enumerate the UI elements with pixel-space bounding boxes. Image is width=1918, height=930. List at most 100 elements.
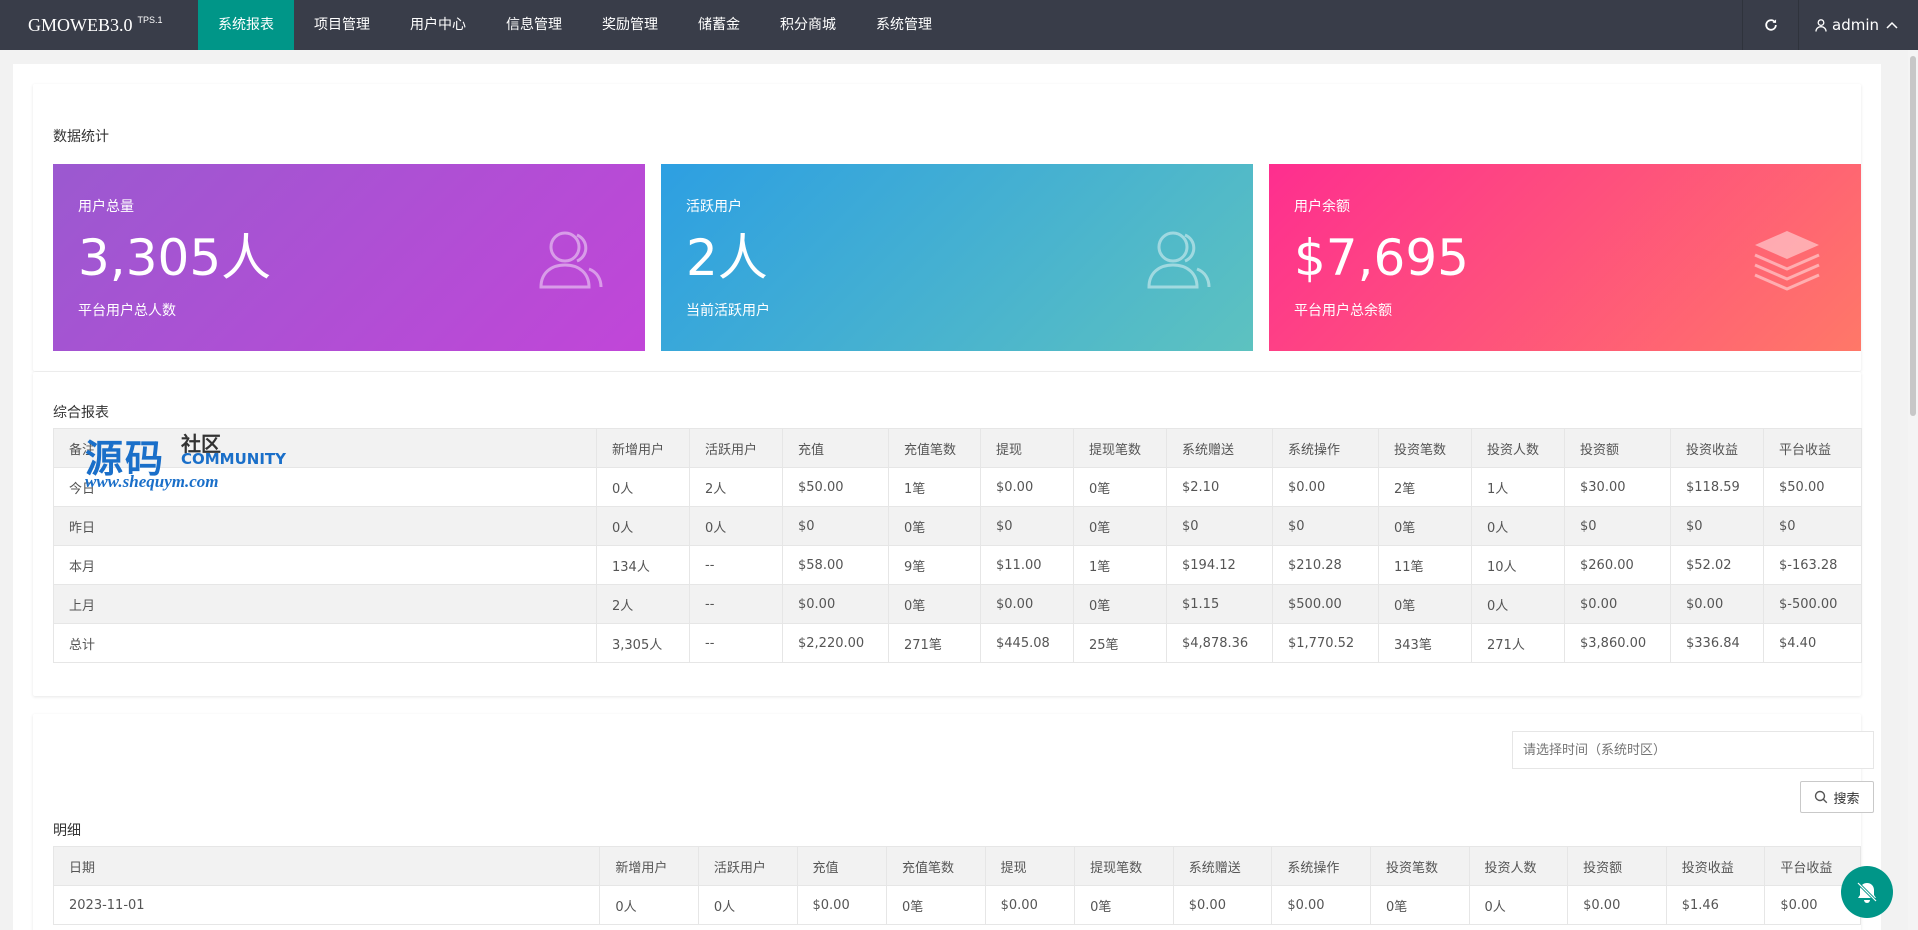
table-cell: $58.00	[782, 545, 889, 585]
user-menu-button[interactable]: admin	[1798, 0, 1918, 50]
table-cell: $0.00	[980, 584, 1074, 624]
stats-title: 数据统计	[53, 129, 109, 145]
nav-item-7[interactable]: 系统管理	[856, 0, 952, 50]
table-cell: $11.00	[980, 545, 1074, 585]
table-cell: $0.00	[1567, 885, 1667, 925]
table-cell: $210.28	[1272, 545, 1379, 585]
table-cell: $194.12	[1166, 545, 1273, 585]
table-cell: 0笔	[1378, 506, 1472, 546]
floating-action-button[interactable]	[1841, 866, 1893, 918]
top-navbar: GMOWEB3.0 TPS.1 系统报表 项目管理 用户中心 信息管理 奖励管理 储蓄金 积分…	[0, 0, 1918, 50]
table-cell: 0人	[1468, 885, 1569, 925]
table-cell: 本月	[53, 545, 597, 585]
date-range-input[interactable]	[1512, 731, 1874, 769]
table-cell: 0人	[1471, 506, 1565, 546]
search-button-label: 搜索	[1833, 791, 1860, 807]
table-header-cell: 投资笔数	[1369, 846, 1470, 886]
table-cell: 10人	[1471, 545, 1565, 585]
table-header-cell: 投资额	[1564, 428, 1671, 468]
table-cell: $445.08	[980, 623, 1074, 663]
table-cell: $2,220.00	[782, 623, 889, 663]
table-cell: 0笔	[1074, 885, 1174, 925]
nav-item-2[interactable]: 用户中心	[390, 0, 486, 50]
brand-name: GMOWEB3.0	[28, 14, 133, 35]
table-header-cell: 新增用户	[599, 846, 699, 886]
table-cell: $0.00	[1271, 885, 1371, 925]
table-header-cell: 提现	[980, 428, 1074, 468]
refresh-button[interactable]	[1742, 0, 1798, 50]
users-icon	[1147, 231, 1211, 289]
table-cell: $118.59	[1670, 467, 1764, 507]
table-cell: 0笔	[886, 885, 986, 925]
table-cell: $4.40	[1763, 623, 1862, 663]
nav-item-1[interactable]: 项目管理	[294, 0, 390, 50]
table-cell: $-163.28	[1763, 545, 1862, 585]
watermark-logo: 源码 社区 COMMUNITY www.shequym.com	[85, 428, 286, 492]
nav-item-4[interactable]: 奖励管理	[582, 0, 678, 50]
table-cell: 134人	[596, 545, 690, 585]
table-cell: 总计	[53, 623, 597, 663]
table-cell: 343笔	[1378, 623, 1472, 663]
table-cell: $336.84	[1670, 623, 1764, 663]
search-button[interactable]: 搜索	[1800, 781, 1874, 813]
table-header-cell: 投资额	[1567, 846, 1667, 886]
table-cell: 0人	[689, 506, 783, 546]
detail-title: 明细	[53, 823, 81, 839]
brand-logo[interactable]: GMOWEB3.0 TPS.1	[0, 0, 198, 50]
bell-off-icon	[1856, 881, 1878, 903]
table-header-cell: 新增用户	[596, 428, 690, 468]
table-cell: $1.46	[1665, 885, 1766, 925]
summary-table: 备注 新增用户 活跃用户 充值 充值笔数 提现 提现笔数 系统赠送 系统操作 投资笔数 投资人数 投资…	[53, 428, 1862, 663]
table-cell: 1笔	[888, 467, 981, 507]
table-cell: $0	[782, 506, 889, 546]
main-content: 数据统计 用户总量 3,305人 平台用户总人数 活跃用户 2人 当前活跃用户 …	[13, 64, 1881, 930]
table-cell: 1人	[1471, 467, 1565, 507]
header-actions: admin	[1742, 0, 1918, 50]
table-cell: $0	[980, 506, 1074, 546]
search-icon	[1815, 790, 1828, 804]
page-scrollbar[interactable]	[1908, 50, 1918, 930]
table-cell: $0	[1166, 506, 1273, 546]
table-cell: $2.10	[1166, 467, 1273, 507]
table-cell: 2人	[689, 467, 783, 507]
table-cell: 0笔	[1073, 506, 1167, 546]
nav-item-6[interactable]: 积分商城	[760, 0, 856, 50]
nav-item-0[interactable]: 系统报表	[198, 0, 294, 50]
table-cell: 0笔	[1073, 584, 1167, 624]
table-cell: 2笔	[1378, 467, 1472, 507]
table-header-cell: 活跃用户	[689, 428, 783, 468]
scrollbar-thumb[interactable]	[1910, 56, 1916, 416]
table-header-cell: 充值	[782, 428, 889, 468]
table-header-cell: 活跃用户	[697, 846, 798, 886]
table-cell: $52.02	[1670, 545, 1764, 585]
stat-label: 用户总量	[78, 199, 134, 215]
table-header-cell: 投资收益	[1665, 846, 1766, 886]
table-header-cell: 提现	[984, 846, 1076, 886]
table-row: 昨日 0人 0人 $0 0笔 $0 0笔 $0 $0 0笔 0人 $0 $0 $0	[53, 506, 1862, 546]
table-cell: 0笔	[1378, 584, 1472, 624]
nav-item-5[interactable]: 储蓄金	[678, 0, 760, 50]
table-row: 今日 0人 2人 $50.00 1笔 $0.00 0笔 $2.10 $0.00 2笔 1人 $30.0…	[53, 467, 1862, 507]
table-cell: 3,305人	[596, 623, 690, 663]
table-cell: 0笔	[1073, 467, 1167, 507]
user-name: admin	[1832, 16, 1879, 34]
table-cell: $3,860.00	[1564, 623, 1671, 663]
stat-value: 2人	[686, 229, 768, 287]
table-header-cell: 投资笔数	[1378, 428, 1472, 468]
table-header-cell: 提现笔数	[1073, 428, 1167, 468]
watermark-url: www.shequym.com	[85, 472, 219, 491]
table-cell: $0.00	[1670, 584, 1764, 624]
table-row: 上月 2人 -- $0.00 0笔 $0.00 0笔 $1.15 $500.00 0笔 0人 $0.0…	[53, 584, 1862, 624]
table-cell: $0.00	[980, 467, 1074, 507]
table-header-cell: 投资人数	[1471, 428, 1565, 468]
table-header-cell: 日期	[52, 846, 601, 886]
stat-card-total-users: 用户总量 3,305人 平台用户总人数	[53, 164, 645, 351]
table-cell: 0人	[596, 506, 690, 546]
nav-item-3[interactable]: 信息管理	[486, 0, 582, 50]
table-cell: 11笔	[1378, 545, 1472, 585]
table-header-cell: 系统操作	[1271, 846, 1371, 886]
chevron-up-icon	[1886, 21, 1898, 29]
table-cell: $0.00	[1172, 885, 1273, 925]
table-header-cell: 系统赠送	[1172, 846, 1273, 886]
table-cell: $0.00	[984, 885, 1076, 925]
